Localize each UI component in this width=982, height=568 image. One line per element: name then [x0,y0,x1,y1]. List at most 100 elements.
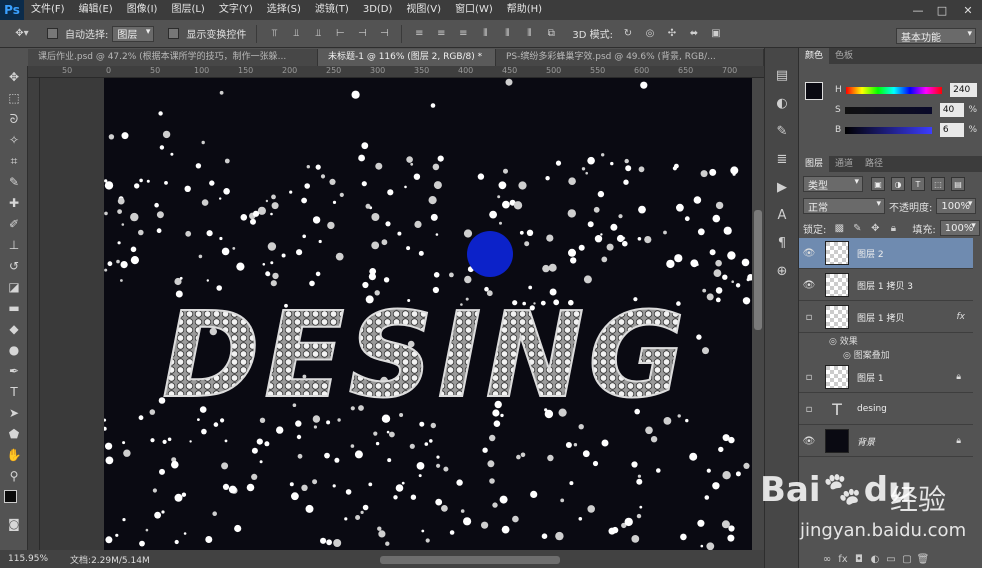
auto-select-dropdown[interactable]: 图层 [112,25,155,42]
menu-layer[interactable]: 图层(L) [164,0,211,20]
brush-panel-icon[interactable]: ✎ [771,120,793,142]
menu-filter[interactable]: 滤镜(T) [308,0,356,20]
tab-channels[interactable]: 通道 [829,156,859,172]
zoom-level[interactable]: 115.95% [8,554,48,564]
workspace-dropdown[interactable]: 基本功能 [896,28,976,44]
path-select-icon[interactable]: ➤ [3,403,25,423]
align-hcenter-icon[interactable]: ⊣ [354,26,370,42]
color-swatches-icon[interactable] [3,487,25,513]
brightness-slider[interactable] [845,126,932,134]
layer-row[interactable]: ▫ T desing [799,394,973,425]
hand-tool-icon[interactable]: ✋ [3,445,25,465]
tab-paths[interactable]: 路径 [859,156,889,172]
align-top-icon[interactable]: ⫪ [266,26,282,42]
quick-mask-icon[interactable]: ◙ [3,514,25,534]
distribute-right-icon[interactable]: ⦀ [521,26,537,42]
move-tool-icon[interactable]: ✥ [3,67,25,87]
menu-window[interactable]: 窗口(W) [448,0,500,20]
auto-select-checkbox[interactable] [47,28,58,39]
marquee-tool-icon[interactable]: ⬚ [3,88,25,108]
lasso-tool-icon[interactable]: ᘐ [3,109,25,129]
menu-help[interactable]: 帮助(H) [500,0,549,20]
layer-row[interactable]: 👁︎ 背景 🔒︎ [799,426,973,457]
menu-edit[interactable]: 编辑(E) [72,0,120,20]
3d-drag-icon[interactable]: ✣ [664,26,680,42]
shape-tool-icon[interactable]: ⬟ [3,424,25,444]
vertical-scroll-thumb[interactable] [754,210,762,330]
saturation-value[interactable]: 40 [939,103,965,117]
magic-wand-icon[interactable]: ✧ [3,130,25,150]
3d-slide-icon[interactable]: ⬌ [686,26,702,42]
lock-move-icon[interactable]: ✥ [867,220,883,236]
visibility-eye-icon[interactable]: 👁︎ [799,248,819,259]
layer-row[interactable]: 👁︎ 图层 1 拷贝 3 [799,270,973,301]
canvas-workspace[interactable]: DESING [40,78,752,550]
adjustments-panel-icon[interactable]: ◐ [771,92,793,114]
brush-tool-icon[interactable]: ✐ [3,214,25,234]
visibility-off-icon[interactable]: ▫ [799,372,819,383]
visibility-eye-icon[interactable]: 👁︎ [799,436,819,447]
layer-filter-dropdown[interactable]: 类型 [803,176,863,192]
visibility-eye-icon[interactable]: 👁︎ [799,280,819,291]
properties-panel-icon[interactable]: ≣ [771,148,793,170]
tab-layers[interactable]: 图层 [799,156,830,172]
menu-3d[interactable]: 3D(D) [356,0,400,20]
filter-shape-icon[interactable]: ⬚ [931,177,945,191]
distribute-vcenter-icon[interactable]: ≡ [433,26,449,42]
character-panel-icon[interactable]: A [771,204,793,226]
eyedropper-icon[interactable]: ✎ [3,172,25,192]
horizontal-scroll-thumb[interactable] [380,556,560,564]
type-tool-icon[interactable]: T [3,382,25,402]
3d-rotate-icon[interactable]: ↻ [620,26,636,42]
layer-row[interactable]: ▫ 图层 1 🔒︎ [799,362,973,393]
zoom-tool-icon[interactable]: ⚲ [3,466,25,486]
distribute-hcenter-icon[interactable]: ⦀ [499,26,515,42]
show-transform-checkbox[interactable] [168,28,180,39]
3d-scale-icon[interactable]: ▣ [708,26,724,42]
menu-file[interactable]: 文件(F) [24,0,72,20]
blend-mode-dropdown[interactable]: 正常 [803,198,885,214]
opacity-field[interactable]: 100% [936,198,977,214]
lock-paint-icon[interactable]: ✎ [849,220,865,236]
filter-pixel-icon[interactable]: ▣ [871,177,885,191]
align-left-icon[interactable]: ⊢ [332,26,348,42]
paragraph-panel-icon[interactable]: ¶ [771,232,793,254]
3d-roll-icon[interactable]: ◎ [642,26,658,42]
tab-color[interactable]: 颜色 [799,48,830,64]
tab-homework[interactable]: 课后作业.psd @ 47.2% (根据本课所学的技巧，制作一张躲... [28,49,318,66]
document-canvas[interactable]: DESING [104,78,752,550]
hue-value[interactable]: 240 [950,83,977,97]
layer-row[interactable]: ▫ 图层 1 拷贝 fx [799,302,973,333]
lock-all-icon[interactable]: 🔒︎ [885,220,901,236]
layer-row[interactable]: 👁︎ 图层 2 [799,238,973,269]
stamp-tool-icon[interactable]: ⊥ [3,235,25,255]
tab-untitled[interactable]: 未标题-1 @ 116% (图层 2, RGB/8) * [318,49,496,66]
crop-tool-icon[interactable]: ⌗ [3,151,25,171]
saturation-slider[interactable] [845,106,932,114]
menu-select[interactable]: 选择(S) [260,0,308,20]
pen-tool-icon[interactable]: ✒ [3,361,25,381]
align-vcenter-icon[interactable]: ⫫ [288,26,304,42]
maximize-button[interactable]: □ [930,0,954,20]
auto-align-icon[interactable]: ⧉ [543,26,559,42]
visibility-off-icon[interactable]: ▫ [799,404,819,415]
tab-honeycomb[interactable]: PS-缤纷多彩蜂巢字效.psd @ 49.6% (背景, RGB/... [496,49,764,66]
move-tool-preset-icon[interactable]: ✥▾ [8,26,36,42]
actions-panel-icon[interactable]: ▶ [771,176,793,198]
fx-icon[interactable]: fx [957,312,966,322]
menu-type[interactable]: 文字(Y) [212,0,260,20]
clone-source-icon[interactable]: ⊕ [771,260,793,282]
filter-type-icon[interactable]: T [911,177,925,191]
blur-tool-icon[interactable]: ◆ [3,319,25,339]
menu-image[interactable]: 图像(I) [120,0,165,20]
eraser-tool-icon[interactable]: ◪ [3,277,25,297]
lock-transparent-icon[interactable]: ▩ [831,220,847,236]
distribute-bottom-icon[interactable]: ≡ [455,26,471,42]
distribute-top-icon[interactable]: ≡ [411,26,427,42]
history-brush-icon[interactable]: ↺ [3,256,25,276]
hue-slider[interactable] [846,86,943,94]
brightness-value[interactable]: 6 [939,123,965,137]
close-button[interactable]: ✕ [956,0,980,20]
align-bottom-icon[interactable]: ⫫ [310,26,326,42]
filter-adjust-icon[interactable]: ◑ [891,177,905,191]
